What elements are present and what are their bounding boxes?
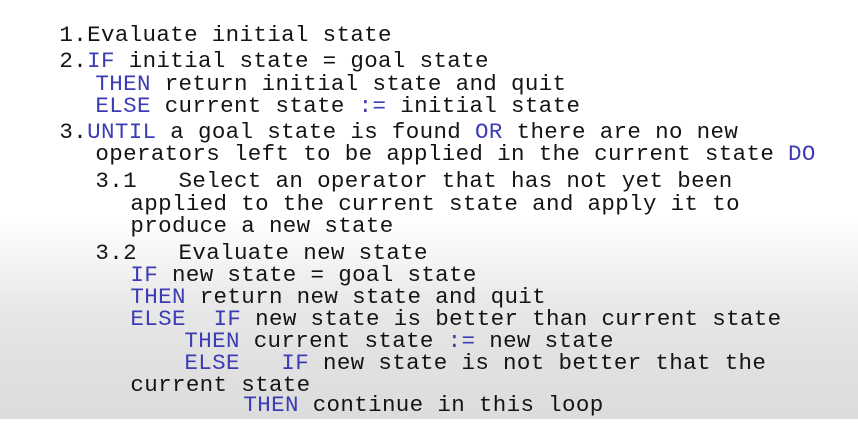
algorithm-slide: 1.Evaluate initial state 2.IF initial st… [0,0,858,419]
step-3-2-then-3-text: continue in this loop [298,392,604,418]
step-3-2-then-3-line: THEN continue in this loop [188,372,604,438]
step-3-2-then-3-keyword: THEN [243,392,299,418]
step-3-do-keyword: DO [788,141,816,167]
